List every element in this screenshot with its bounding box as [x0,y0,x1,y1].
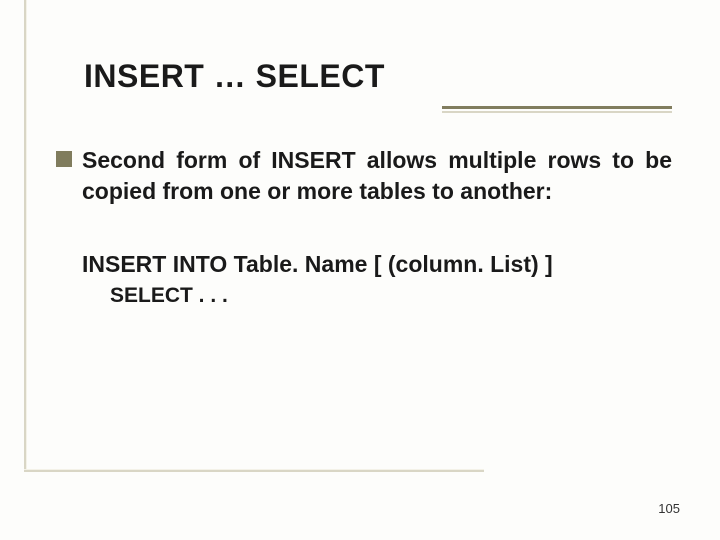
left-vertical-rule-highlight [26,0,27,470]
bottom-horizontal-rule [24,470,484,472]
bottom-horizontal-rule-highlight [24,469,484,470]
code-line-insert: INSERT INTO Table. Name [ (column. List)… [56,251,672,278]
title-underline-shadow [442,111,672,113]
slide-body: Second form of INSERT allows multiple ro… [56,145,672,308]
page-number: 105 [658,501,680,516]
title-container: INSERT … SELECT [56,58,672,109]
bullet-item: Second form of INSERT allows multiple ro… [56,145,672,207]
bullet-text: Second form of INSERT allows multiple ro… [82,145,672,207]
slide-title: INSERT … SELECT [56,58,672,95]
title-underline [442,106,672,109]
bullet-square-icon [56,151,72,167]
slide-container: INSERT … SELECT Second form of INSERT al… [0,0,720,540]
code-line-select: SELECT . . . [56,284,672,308]
